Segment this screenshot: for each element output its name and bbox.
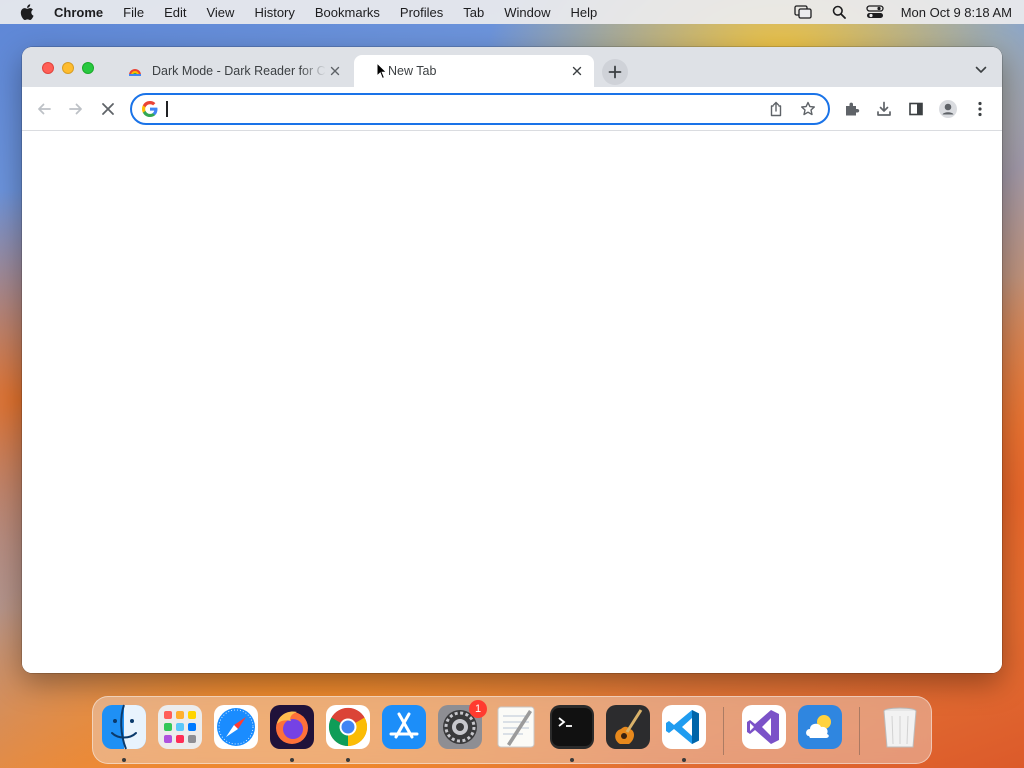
menu-app-name[interactable]: Chrome: [54, 5, 103, 20]
extensions-button[interactable]: [841, 98, 863, 120]
tab-strip: Dark Mode - Dark Reader for Chrome New T…: [22, 47, 1002, 87]
dock: 1: [92, 696, 932, 764]
dock-weather[interactable]: [797, 704, 843, 750]
safari-icon: [214, 705, 258, 749]
side-panel-icon: [909, 102, 923, 116]
dock-vscode[interactable]: [661, 704, 707, 750]
dock-firefox[interactable]: [269, 704, 315, 750]
dark-reader-favicon-icon: [128, 64, 142, 78]
browser-window: Dark Mode - Dark Reader for Chrome New T…: [22, 47, 1002, 673]
running-indicator: [122, 758, 126, 762]
apple-menu-icon[interactable]: [18, 3, 36, 21]
visual-studio-icon: [742, 705, 786, 749]
finder-icon: [102, 704, 146, 750]
control-center-icon[interactable]: [865, 4, 885, 20]
dock-trash[interactable]: [877, 704, 923, 750]
tab-dark-reader[interactable]: Dark Mode - Dark Reader for Chrome: [120, 55, 352, 87]
plus-icon: [608, 65, 622, 79]
download-icon: [877, 101, 891, 116]
screen-mirroring-icon[interactable]: [793, 4, 813, 20]
downloads-button[interactable]: [873, 98, 895, 120]
dock-launchpad[interactable]: [157, 704, 203, 750]
side-panel-button[interactable]: [905, 98, 927, 120]
stop-loading-button[interactable]: [97, 98, 119, 120]
close-icon: [102, 103, 114, 115]
new-tab-button[interactable]: [602, 59, 628, 85]
profile-avatar-icon: [939, 100, 957, 118]
dock-separator: [859, 707, 860, 755]
menu-file[interactable]: File: [123, 5, 144, 20]
running-indicator: [682, 758, 686, 762]
profile-button[interactable]: [937, 98, 959, 120]
running-indicator: [290, 758, 294, 762]
menu-tab[interactable]: Tab: [463, 5, 484, 20]
menu-profiles[interactable]: Profiles: [400, 5, 443, 20]
menu-history[interactable]: History: [254, 5, 294, 20]
dock-garageband[interactable]: [605, 704, 651, 750]
tab-search-chevron-icon[interactable]: [972, 61, 990, 79]
close-tab-icon[interactable]: [568, 62, 586, 80]
address-bar[interactable]: [130, 93, 830, 125]
tab-title: New Tab: [388, 64, 437, 78]
menu-edit[interactable]: Edit: [164, 5, 186, 20]
notification-badge: 1: [469, 700, 487, 718]
puzzle-icon: [846, 102, 860, 116]
terminal-icon: [550, 705, 594, 749]
dock-visual-studio[interactable]: [741, 704, 787, 750]
share-icon[interactable]: [764, 97, 788, 121]
forward-arrow-icon: [69, 103, 82, 115]
forward-button[interactable]: [65, 98, 87, 120]
more-vertical-icon: [978, 101, 982, 117]
dock-system-settings[interactable]: 1: [437, 700, 487, 750]
back-arrow-icon: [38, 103, 51, 115]
bookmark-star-icon[interactable]: [796, 97, 820, 121]
chrome-menu-button[interactable]: [969, 98, 991, 120]
dock-separator: [723, 707, 724, 755]
menu-view[interactable]: View: [206, 5, 234, 20]
tab-new-tab[interactable]: New Tab: [354, 55, 594, 87]
tab-title: Dark Mode - Dark Reader for Chrome: [152, 64, 326, 78]
menu-bar: Chrome File Edit View History Bookmarks …: [0, 0, 1024, 24]
zoom-window-button[interactable]: [82, 62, 94, 74]
vscode-icon: [662, 705, 706, 749]
close-window-button[interactable]: [42, 62, 54, 74]
minimize-window-button[interactable]: [62, 62, 74, 74]
back-button[interactable]: [33, 98, 55, 120]
menu-bookmarks[interactable]: Bookmarks: [315, 5, 380, 20]
running-indicator: [570, 758, 574, 762]
trash-icon: [883, 707, 917, 748]
running-indicator: [346, 758, 350, 762]
menu-window[interactable]: Window: [504, 5, 550, 20]
close-tab-icon[interactable]: [326, 62, 344, 80]
menu-help[interactable]: Help: [571, 5, 598, 20]
address-input[interactable]: [167, 101, 764, 117]
dock-textedit[interactable]: [493, 704, 539, 750]
app-store-icon: [382, 705, 426, 749]
dock-app-store[interactable]: [381, 704, 427, 750]
weather-icon: [798, 705, 842, 749]
chrome-icon: [326, 705, 370, 749]
dock-finder[interactable]: [101, 704, 147, 750]
page-content[interactable]: [22, 132, 1002, 673]
browser-toolbar: [22, 87, 1002, 131]
spotlight-search-icon[interactable]: [829, 4, 849, 20]
google-g-icon: [142, 101, 158, 117]
dock-terminal[interactable]: [549, 704, 595, 750]
firefox-icon: [270, 705, 314, 749]
mouse-pointer-icon: [376, 62, 388, 80]
menu-clock[interactable]: Mon Oct 9 8:18 AM: [901, 5, 1012, 20]
dock-safari[interactable]: [213, 704, 259, 750]
launchpad-icon: [158, 705, 202, 749]
textedit-icon: [497, 706, 535, 748]
garageband-icon: [606, 705, 650, 749]
dock-chrome[interactable]: [325, 704, 371, 750]
